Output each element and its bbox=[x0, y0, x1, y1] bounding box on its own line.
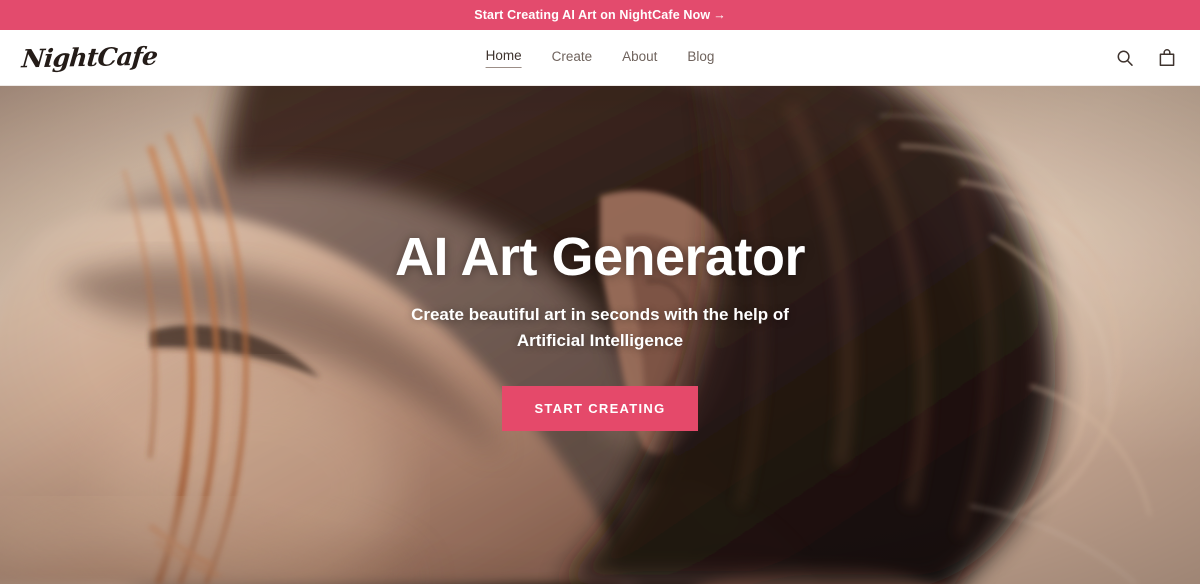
nav-item-create[interactable]: Create bbox=[552, 49, 593, 68]
announcement-link[interactable]: Start Creating AI Art on NightCafe Now → bbox=[474, 8, 726, 22]
nav-item-about[interactable]: About bbox=[622, 49, 657, 68]
nav-item-home[interactable]: Home bbox=[485, 48, 522, 69]
arrow-right-icon: → bbox=[713, 8, 726, 22]
search-icon[interactable] bbox=[1112, 45, 1138, 71]
shopping-bag-icon[interactable] bbox=[1154, 45, 1180, 71]
announcement-bar: Start Creating AI Art on NightCafe Now → bbox=[0, 0, 1200, 30]
nav-item-blog[interactable]: Blog bbox=[687, 49, 714, 68]
hero-section: AI Art Generator Create beautiful art in… bbox=[0, 86, 1200, 584]
brand-logo[interactable]: NightCafe bbox=[21, 42, 159, 74]
hero-subtitle: Create beautiful art in seconds with the… bbox=[411, 305, 789, 351]
site-header: NightCafe Home Create About Blog bbox=[0, 30, 1200, 86]
main-navigation: Home Create About Blog bbox=[485, 48, 714, 69]
header-actions bbox=[1112, 45, 1180, 71]
hero-content: AI Art Generator Create beautiful art in… bbox=[0, 86, 1200, 584]
announcement-text: Start Creating AI Art on NightCafe Now bbox=[474, 8, 711, 22]
start-creating-button[interactable]: START CREATING bbox=[502, 385, 698, 431]
page-title: AI Art Generator bbox=[394, 227, 806, 288]
